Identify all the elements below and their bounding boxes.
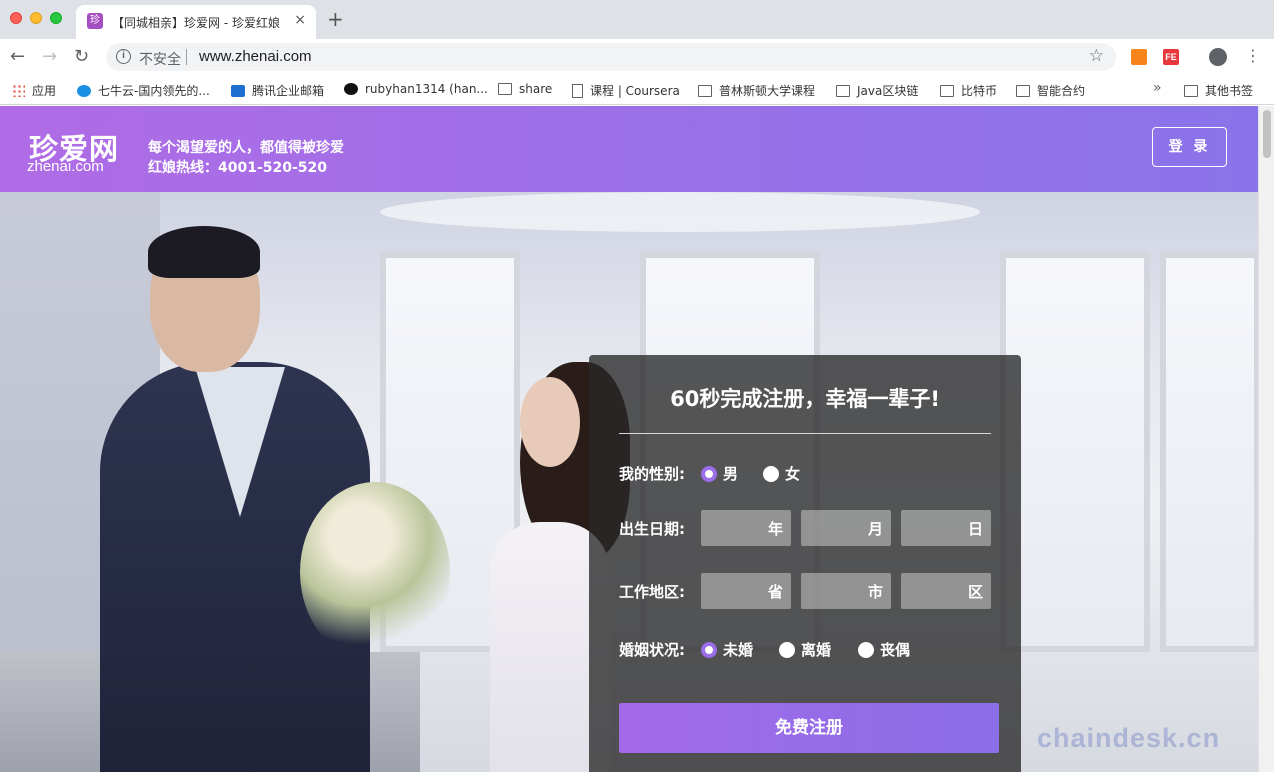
- birth-month-select[interactable]: 月: [801, 510, 891, 546]
- not-secure-label[interactable]: 不安全: [139, 49, 181, 69]
- flower-bouquet: [300, 482, 450, 662]
- forward-arrow-icon[interactable]: →: [42, 47, 57, 67]
- folder-icon: [836, 84, 850, 97]
- site-slogan: 每个渴望爱的人，都值得被珍爱: [148, 140, 344, 156]
- page-scrollbar[interactable]: [1258, 106, 1274, 772]
- watermark-text: chaindesk.cn: [1037, 723, 1221, 753]
- page-viewport: 珍爱网 zhenai.com 每个渴望爱的人，都值得被珍爱 红娘热线：4001-…: [0, 106, 1258, 772]
- bookmark-java-blockchain[interactable]: Java区块链: [836, 82, 918, 99]
- close-window-button[interactable]: [10, 12, 22, 24]
- tab-title: 【同城相亲】珍爱网 - 珍爱红娘: [112, 16, 280, 30]
- site-header: 珍爱网 zhenai.com 每个渴望爱的人，都值得被珍爱 红娘热线：4001-…: [0, 106, 1258, 192]
- url-text[interactable]: www.zhenai.com: [199, 48, 312, 65]
- register-divider: [619, 433, 991, 434]
- marital-widowed-radio[interactable]: 丧偶: [858, 639, 910, 660]
- bookmarks-bar: 应用 七牛云-国内领先的... 腾讯企业邮箱 rubyhan1314 (han.…: [0, 75, 1274, 105]
- radio-checked-icon: [701, 641, 717, 658]
- radio-unchecked-icon: [779, 641, 795, 658]
- tab-close-icon[interactable]: ×: [294, 12, 306, 28]
- gender-female-radio[interactable]: 女: [763, 463, 800, 484]
- folder-icon: [698, 84, 712, 97]
- radio-unchecked-icon: [763, 465, 779, 482]
- gender-male-radio[interactable]: 男: [701, 463, 738, 484]
- man-hair: [148, 226, 260, 278]
- gender-label: 我的性别:: [619, 465, 685, 483]
- other-bookmarks[interactable]: 其他书签: [1184, 82, 1253, 99]
- browser-tab-active[interactable]: 珍 【同城相亲】珍爱网 - 珍爱红娘 ×: [76, 5, 316, 39]
- metamask-icon[interactable]: [1131, 49, 1147, 65]
- window: [1000, 252, 1150, 652]
- github-icon: [344, 83, 358, 95]
- marital-divorced-radio[interactable]: 离婚: [779, 639, 831, 660]
- ceiling-light: [380, 192, 980, 232]
- bookmarks-overflow-icon[interactable]: »: [1153, 80, 1162, 96]
- folder-icon: [940, 84, 954, 97]
- folder-icon: [1016, 84, 1030, 97]
- region-district-select[interactable]: 区: [901, 573, 991, 609]
- profile-avatar-icon[interactable]: [1209, 48, 1227, 66]
- site-logo-domain: zhenai.com: [27, 158, 104, 175]
- fe-helper-icon[interactable]: FE: [1163, 49, 1179, 65]
- marital-single-radio[interactable]: 未婚: [701, 639, 753, 660]
- bookmark-star-icon[interactable]: ☆: [1089, 46, 1104, 66]
- new-tab-button[interactable]: +: [327, 9, 344, 29]
- window: [1160, 252, 1258, 652]
- apps-grid-icon: [12, 84, 25, 97]
- folder-icon: [498, 83, 512, 95]
- region-city-select[interactable]: 市: [801, 573, 891, 609]
- back-arrow-icon[interactable]: ←: [10, 47, 25, 67]
- info-icon[interactable]: i: [116, 49, 131, 64]
- birth-year-select[interactable]: 年: [701, 510, 791, 546]
- page-icon: [572, 83, 583, 98]
- hero-background-photo: 60秒完成注册，幸福一辈子! 我的性别: 男 女 出生日期: 年 月 日 工作地…: [0, 192, 1258, 772]
- region-label: 工作地区:: [619, 583, 685, 601]
- bookmark-github[interactable]: rubyhan1314 (han...: [344, 82, 488, 96]
- register-title: 60秒完成注册，幸福一辈子!: [670, 387, 940, 411]
- folder-icon: [1184, 84, 1198, 97]
- birth-day-select[interactable]: 日: [901, 510, 991, 546]
- zhenai-favicon-icon: 珍: [87, 13, 103, 29]
- free-register-button[interactable]: 免费注册: [619, 703, 999, 753]
- radio-checked-icon: [701, 465, 717, 482]
- register-panel: 60秒完成注册，幸福一辈子! 我的性别: 男 女 出生日期: 年 月 日 工作地…: [589, 355, 1021, 772]
- omnibox-divider: [186, 49, 187, 65]
- reload-icon[interactable]: ↻: [74, 47, 89, 67]
- bookmark-apps[interactable]: 应用: [12, 82, 56, 99]
- browser-titlebar: 珍 【同城相亲】珍爱网 - 珍爱红娘 × +: [0, 0, 1274, 39]
- region-province-select[interactable]: 省: [701, 573, 791, 609]
- bookmark-qiniu[interactable]: 七牛云-国内领先的...: [77, 82, 210, 99]
- tencent-mail-icon: [231, 84, 245, 97]
- maximize-window-button[interactable]: [50, 12, 62, 24]
- bookmark-smart-contract[interactable]: 智能合约: [1016, 82, 1085, 99]
- bookmark-bitcoin[interactable]: 比特币: [940, 82, 997, 99]
- scrollbar-thumb[interactable]: [1263, 110, 1271, 158]
- address-bar[interactable]: i 不安全 www.zhenai.com ☆: [106, 43, 1116, 71]
- browser-toolbar: ← → ↻ i 不安全 www.zhenai.com ☆ FE ⋮: [0, 39, 1274, 75]
- hotline-text: 红娘热线：4001-520-520: [148, 160, 328, 176]
- bookmark-tencent-mail[interactable]: 腾讯企业邮箱: [231, 82, 324, 99]
- bookmark-coursera[interactable]: 课程 | Coursera: [572, 82, 680, 99]
- browser-menu-icon[interactable]: ⋮: [1245, 46, 1261, 66]
- radio-unchecked-icon: [858, 641, 874, 658]
- qiniu-icon: [77, 84, 91, 97]
- login-button[interactable]: 登 录: [1152, 127, 1227, 167]
- woman-face: [520, 377, 580, 467]
- birth-label: 出生日期:: [619, 520, 685, 538]
- marital-label: 婚姻状况:: [619, 641, 685, 659]
- minimize-window-button[interactable]: [30, 12, 42, 24]
- bookmark-princeton[interactable]: 普林斯顿大学课程: [698, 82, 815, 99]
- bookmark-share[interactable]: share: [498, 82, 552, 96]
